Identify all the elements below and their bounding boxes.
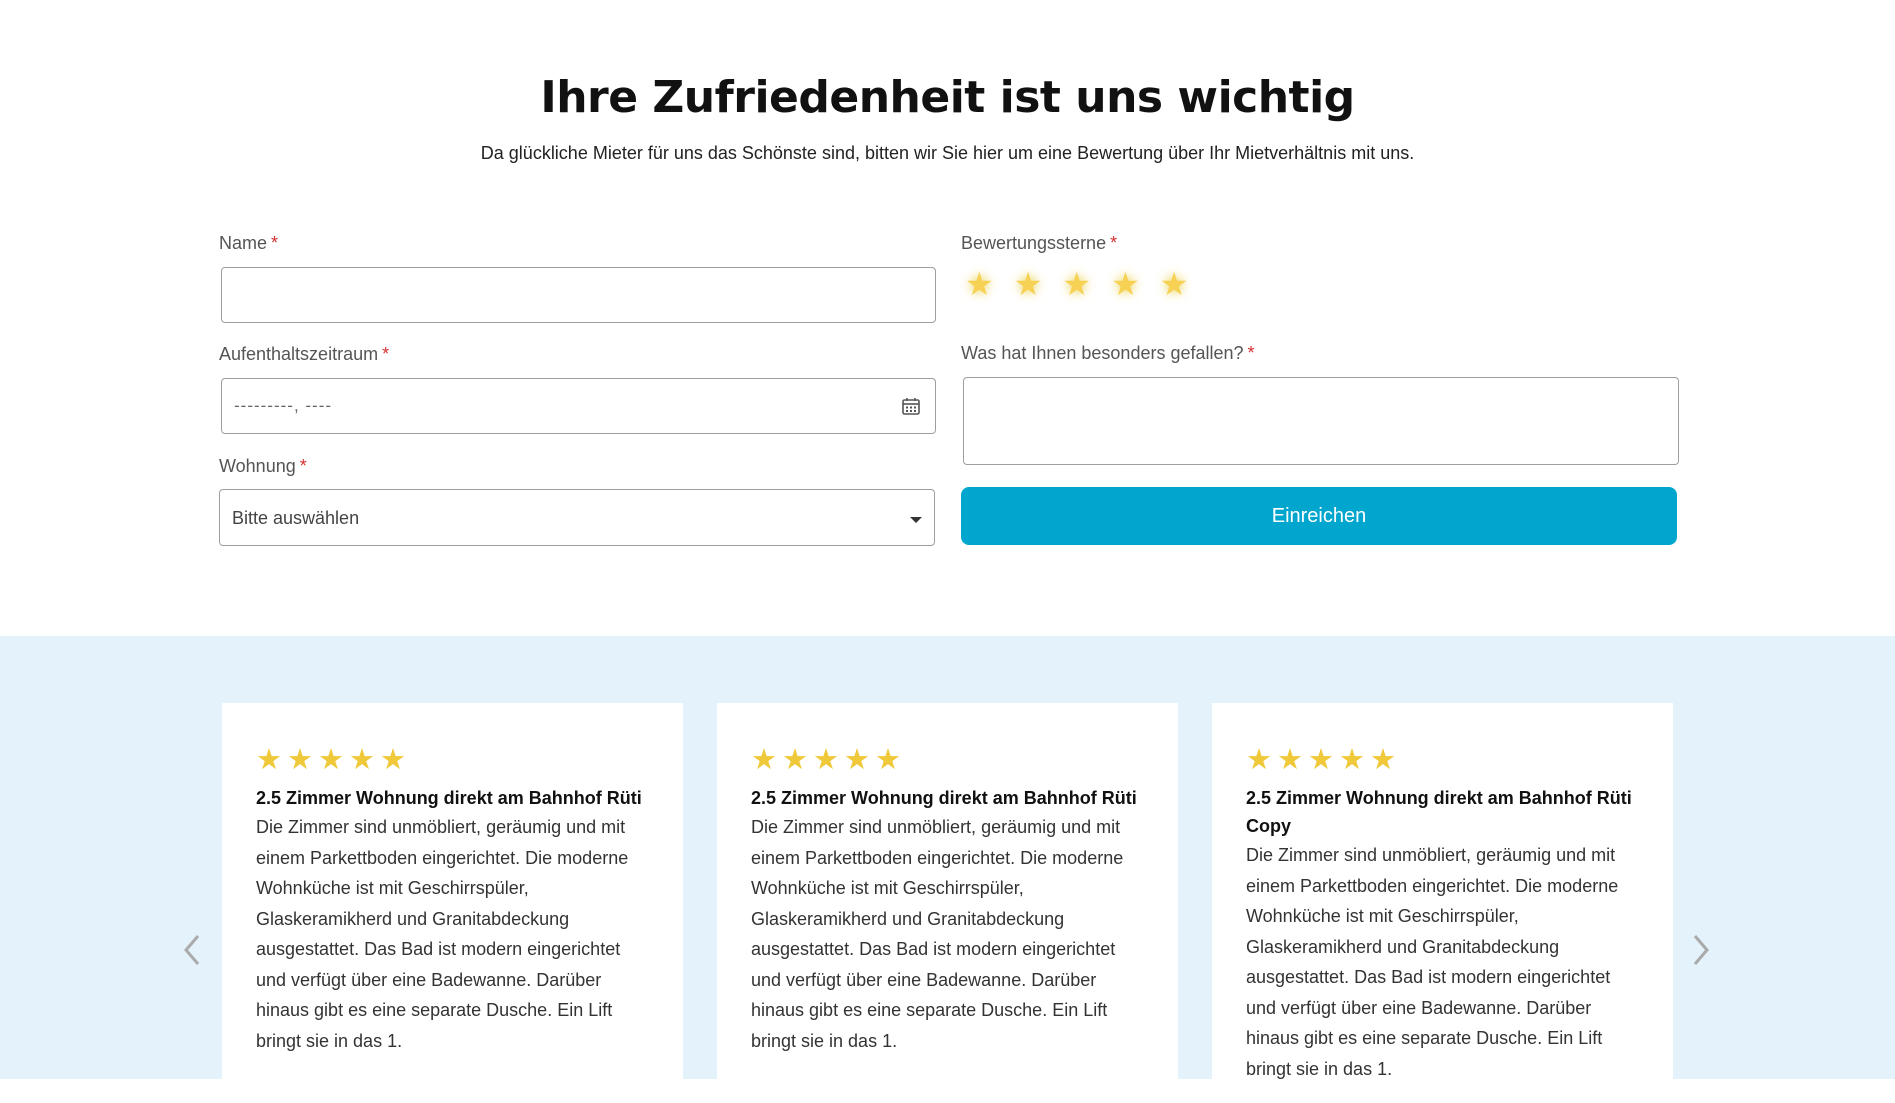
review-form-section: Ihre Zufriedenheit ist uns wichtig Da gl… [0,0,1895,636]
name-label-text: Name [219,233,268,253]
review-text: Die Zimmer sind unmöbliert, geräumig und… [751,812,1144,1056]
review-card: ★ ★ ★ ★ ★ 2.5 Zimmer Wohnung direkt am B… [717,703,1178,1103]
review-text-line: Die Zimmer sind unmöbliert, geräumig und… [1246,845,1616,865]
rating-label: Bewertungssterne * [961,233,1117,254]
review-stars: ★ ★ ★ ★ ★ [256,745,649,775]
chevron-left-icon [184,935,200,965]
star-icon: ★ [1339,744,1365,776]
review-card: ★ ★ ★ ★ ★ 2.5 Zimmer Wohnung direkt am B… [222,703,683,1103]
rating-star-5[interactable]: ★ [1160,266,1189,302]
review-text-line: einem Parkettboden eingerichtet. Die mod… [256,847,629,868]
review-text-line: Glaskeramikherd und Granitabdeckung [1246,936,1560,957]
star-icon: ★ [1246,744,1272,776]
stay-period-placeholder: ---------, ---- [234,396,333,415]
page-subtitle: Da glückliche Mieter für uns das Schönst… [480,143,1415,163]
review-title: 2.5 Zimmer Wohnung direkt am Bahnhof Rüt… [1246,788,1632,836]
review-text-line: bringt sie in das 1. [256,1030,403,1051]
review-text-line: hinaus gibt es eine separate Dusche. Ein… [256,1000,613,1020]
star-icon: ★ [287,744,313,776]
star-icon: ★ [1308,744,1334,776]
review-text-line: Wohnküche ist mit Geschirrspüler, [751,878,1024,898]
carousel-prev-button[interactable] [180,930,204,970]
review-text-line: und verfügt über eine Badewanne. Darüber [1246,997,1592,1018]
review-card: ★ ★ ★ ★ ★ 2.5 Zimmer Wohnung direkt am B… [1212,703,1673,1103]
liked-textarea[interactable] [963,377,1679,465]
rating-star-3[interactable]: ★ [1062,266,1091,302]
name-label: Name * [219,233,278,254]
stay-period-input[interactable]: ---------, ---- [221,378,936,434]
liked-label-text: Was hat Ihnen besonders gefallen? [961,343,1244,363]
review-text-line: Glaskeramikherd und Granitabdeckung [751,908,1065,929]
rating-label-text: Bewertungssterne [961,233,1107,253]
name-input[interactable] [221,267,936,323]
apartment-label: Wohnung * [219,456,307,477]
star-icon: ★ [844,744,870,776]
star-icon: ★ [318,744,344,776]
required-mark: * [299,456,307,476]
review-stars: ★ ★ ★ ★ ★ [1246,745,1639,775]
review-text-line: ausgestattet. Das Bad ist modern eingeri… [1246,967,1611,987]
review-text-line: einem Parkettboden eingerichtet. Die mod… [1246,875,1619,896]
apartment-select[interactable]: Bitte auswählen [219,489,935,546]
review-text-line: hinaus gibt es eine separate Dusche. Ein… [1246,1028,1603,1048]
star-icon: ★ [751,744,777,776]
apartment-select-value: Bitte auswählen [232,508,360,528]
review-text-line: ausgestattet. Das Bad ist modern eingeri… [751,939,1116,959]
caret-down-icon [910,517,922,523]
review-title: 2.5 Zimmer Wohnung direkt am Bahnhof Rüt… [256,788,642,808]
calendar-icon[interactable] [901,396,921,416]
review-text-line: und verfügt über eine Badewanne. Darüber [256,969,602,990]
required-mark: * [1247,343,1255,363]
star-icon: ★ [380,744,406,776]
review-text-line: Wohnküche ist mit Geschirrspüler, [256,878,529,898]
review-text-line: ausgestattet. Das Bad ist modern eingeri… [256,939,621,959]
review-text-line: Die Zimmer sind unmöbliert, geräumig und… [751,817,1121,837]
star-icon: ★ [1277,744,1303,776]
star-icon: ★ [782,744,808,776]
required-mark: * [382,344,390,364]
review-title: 2.5 Zimmer Wohnung direkt am Bahnhof Rüt… [751,788,1137,808]
review-text-line: einem Parkettboden eingerichtet. Die mod… [751,847,1124,868]
liked-label: Was hat Ihnen besonders gefallen? * [961,343,1255,364]
required-mark: * [1110,233,1118,253]
reviews-section: ★ ★ ★ ★ ★ 2.5 Zimmer Wohnung direkt am B… [0,636,1895,1103]
stay-period-label-text: Aufenthaltszeitraum [219,344,379,364]
required-mark: * [271,233,279,253]
review-stars: ★ ★ ★ ★ ★ [751,745,1144,775]
chevron-right-icon [1693,935,1709,965]
apartment-label-text: Wohnung [219,456,296,476]
carousel-next-button[interactable] [1689,930,1713,970]
star-icon: ★ [349,744,375,776]
star-icon: ★ [875,744,901,776]
review-text-line: hinaus gibt es eine separate Dusche. Ein… [751,1000,1108,1020]
rating-star-1[interactable]: ★ [965,266,994,302]
submit-button[interactable]: Einreichen [961,487,1677,545]
review-text-line: Glaskeramikherd und Granitabdeckung [256,908,570,929]
star-icon: ★ [1370,744,1396,776]
page-title: Ihre Zufriedenheit ist uns wichtig [540,72,1355,123]
review-text-line: Die Zimmer sind unmöbliert, geräumig und… [256,817,626,837]
review-text: Die Zimmer sind unmöbliert, geräumig und… [256,812,649,1056]
review-text-line: bringt sie in das 1. [751,1030,898,1051]
star-icon: ★ [813,744,839,776]
review-text-line: Wohnküche ist mit Geschirrspüler, [1246,906,1519,926]
review-text-line: bringt sie in das 1. [1246,1058,1393,1079]
rating-star-2[interactable]: ★ [1014,266,1043,302]
review-text-line: und verfügt über eine Badewanne. Darüber [751,969,1097,990]
review-text: Die Zimmer sind unmöbliert, geräumig und… [1246,840,1639,1084]
rating-stars: ★ ★ ★ ★ ★ [965,266,1188,302]
rating-star-4[interactable]: ★ [1111,266,1140,302]
stay-period-label: Aufenthaltszeitraum * [219,344,389,365]
star-icon: ★ [256,744,282,776]
